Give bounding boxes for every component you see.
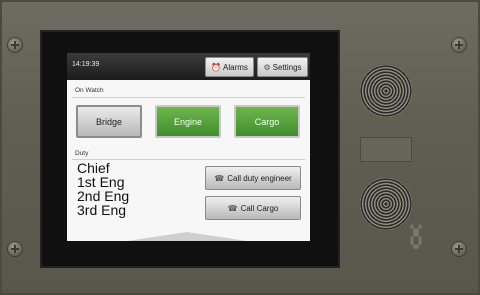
alarms-button[interactable]: ⏰ Alarms <box>205 57 254 77</box>
person-phone-icon: ☎ <box>227 203 238 213</box>
engine-label: Engine <box>173 116 203 127</box>
duty-item: 2nd Eng <box>77 188 130 204</box>
duty-item: 1st Eng <box>77 174 125 190</box>
status-bar: 14:19:39 ⏰ Alarms ⚙ Settings <box>67 53 310 80</box>
cargo-button[interactable]: Cargo <box>234 105 300 138</box>
gear-icon: ⚙ <box>263 62 271 72</box>
bridge-button[interactable]: Bridge <box>76 105 142 138</box>
clock: 14:19:39 <box>72 61 100 68</box>
on-watch-heading: On Watch <box>75 87 104 94</box>
speaker-grille-bottom <box>360 178 412 230</box>
settings-label: Settings <box>272 62 302 72</box>
touch-screen: 14:19:39 ⏰ Alarms ⚙ Settings On Watch Br… <box>67 53 310 241</box>
duty-item: 3rd Eng <box>77 202 127 218</box>
on-watch-divider <box>72 97 305 98</box>
call-cargo-label: Call Cargo <box>240 203 279 213</box>
call-cargo-button[interactable]: ☎ Call Cargo <box>205 196 301 220</box>
alarms-label: Alarms <box>223 62 248 72</box>
screw-bottom-right <box>452 242 466 256</box>
screw-top-right <box>452 38 466 52</box>
alarm-clock-icon: ⏰ <box>211 62 222 72</box>
scroll-down-indicator[interactable] <box>127 232 247 241</box>
screw-bottom-left <box>8 242 22 256</box>
cargo-label: Cargo <box>254 116 280 127</box>
engine-button[interactable]: Engine <box>155 105 221 138</box>
duty-item: Chief <box>77 160 110 176</box>
duty-heading: Duty <box>75 150 89 157</box>
duty-list: Chief 1st Eng 2nd Eng 3rd Eng <box>77 161 129 217</box>
intercom-panel: ▚▞ ▞▚ ▚▞ 14:19:39 ⏰ Alarms ⚙ Settings On W… <box>0 0 480 295</box>
screw-top-left <box>8 38 22 52</box>
panel-slot <box>360 137 412 162</box>
manufacturer-logo: ▚▞ ▞▚ ▚▞ <box>410 226 422 249</box>
bridge-label: Bridge <box>95 116 122 127</box>
call-duty-engineer-label: Call duty engineer <box>227 173 292 183</box>
person-phone-icon: ☎ <box>214 173 225 183</box>
call-duty-engineer-button[interactable]: ☎ Call duty engineer <box>205 166 301 190</box>
settings-button[interactable]: ⚙ Settings <box>257 57 308 77</box>
speaker-grille-top <box>360 65 412 117</box>
